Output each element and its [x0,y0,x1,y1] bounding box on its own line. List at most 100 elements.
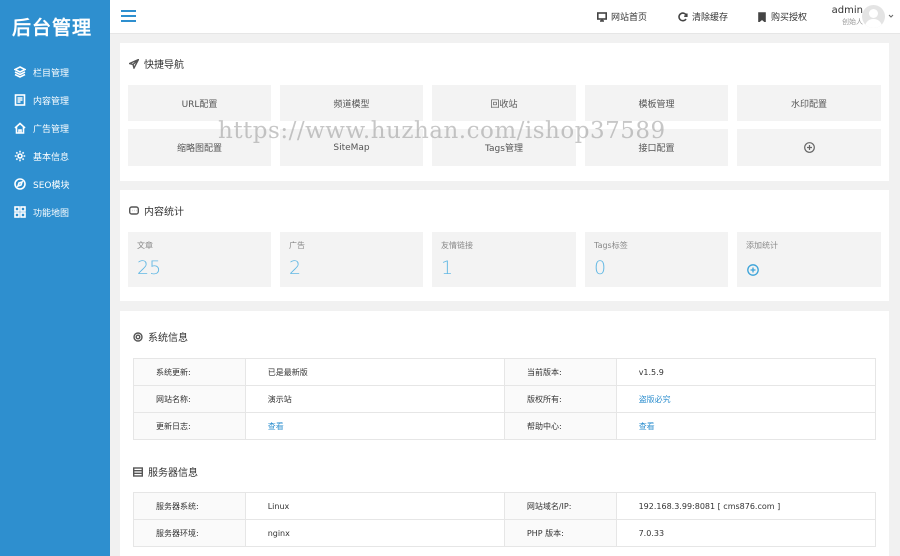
sidebar-item-function-map[interactable]: 功能地图 [0,198,110,226]
cell-key: 系统更新: [133,358,246,386]
sidebar-item-label: 内容管理 [33,96,70,107]
sidebar-item-basic-info[interactable]: 基本信息 [0,142,110,170]
tile-label: 接口配置 [638,144,675,154]
cell-value: 192.168.3.99:8081 [ cms876.com ] [615,492,877,520]
stat-label: 广告 [289,241,305,250]
quick-tile-thumbnail-config[interactable]: 缩略图配置 [128,129,271,166]
system-info-table: 系统更新: 已是最新版 当前版本: v1.5.9 网站名称: 演示站 版权所有:… [133,358,877,440]
quick-tile-recycle-bin[interactable]: 回收站 [432,85,576,121]
server-info-title-text: 服务器信息 [148,468,198,479]
copyright-link[interactable]: 盗版必究 [615,385,877,413]
quick-tile-api-config[interactable]: 接口配置 [585,129,728,166]
stat-articles[interactable]: 文章 25 [128,232,271,287]
gear-icon [14,150,26,162]
cell-key: 网站名称: [133,385,246,413]
cell-key: 服务器环境: [133,519,246,547]
buy-license-link[interactable]: 购买授权 [757,10,807,23]
help-center-link[interactable]: 查看 [615,412,877,440]
quick-tile-channel-model[interactable]: 频道模型 [280,85,423,121]
quick-tile-url-config[interactable]: URL配置 [128,85,271,121]
server-info-title: 服务器信息 [133,464,198,479]
table-row: 服务器环境: nginx PHP 版本: 7.0.33 [133,519,877,547]
quick-nav-panel: 快捷导航 URL配置 频道模型 回收站 模板管理 水印配置 缩略图配置 Site… [120,43,889,181]
logo: 后台管理 [12,16,93,39]
stat-tags[interactable]: Tags标签 0 [585,232,728,287]
stat-value: 1 [441,257,454,279]
system-info-title: 系统信息 [133,329,188,344]
tile-label: 水印配置 [790,99,827,110]
cell-value: v1.5.9 [615,358,877,386]
chevron-down-icon[interactable] [888,13,894,19]
user-info[interactable]: admin 创始人 [825,5,863,27]
cell-key: 当前版本: [503,358,617,386]
cell-value: nginx [244,519,505,547]
system-info-title-text: 系统信息 [148,333,188,344]
quick-nav-title: 快捷导航 [129,56,184,71]
stat-value: 0 [594,257,607,279]
sidebar-item-label: 功能地图 [33,208,70,219]
system-info-panel: 系统信息 系统更新: 已是最新版 当前版本: v1.5.9 网站名称: 演示站 … [120,311,889,556]
sidebar-item-ads[interactable]: 广告管理 [0,114,110,142]
tile-label: 频道模型 [333,99,370,110]
content-stats-title: 内容统计 [129,203,184,218]
changelog-link[interactable]: 查看 [244,412,505,440]
cell-key: 服务器系统: [133,492,246,520]
gear-icon [133,331,143,342]
menu-toggle-icon[interactable] [121,10,136,23]
server-icon [133,466,143,477]
compass-icon [14,178,26,190]
buy-license-label: 购买授权 [771,13,808,23]
quick-tile-template-manage[interactable]: 模板管理 [585,85,728,121]
stat-label: 文章 [137,241,153,250]
add-circle-icon [803,142,815,153]
sidebar-menu: 栏目管理 内容管理 广告管理 基本信息 SEO模块 功能地图 [0,58,110,226]
server-info-table: 服务器系统: Linux 网站域名/IP: 192.168.3.99:8081 … [133,492,877,547]
monitor-icon [597,11,607,22]
chat-icon [129,205,139,215]
quick-nav-title-text: 快捷导航 [144,60,184,71]
cell-value: 演示站 [244,385,505,413]
cell-value: 7.0.33 [615,519,877,547]
tile-label: 缩略图配置 [176,144,222,154]
sidebar-item-label: SEO模块 [33,180,70,191]
sidebar-item-content[interactable]: 内容管理 [0,86,110,114]
quick-tile-add[interactable] [737,129,881,166]
content-stats-title-text: 内容统计 [144,207,184,218]
stat-add[interactable]: 添加统计 [737,232,881,287]
layers-icon [14,66,26,78]
stat-value: 25 [137,257,162,279]
quick-tile-sitemap[interactable]: SiteMap [280,129,423,166]
stat-label: 添加统计 [746,241,778,250]
tile-label: URL配置 [181,99,218,110]
cell-key: 更新日志: [133,412,246,440]
site-home-link[interactable]: 网站首页 [597,10,647,23]
avatar[interactable] [862,5,885,28]
cell-key: 网站域名/IP: [503,492,617,520]
quick-tile-watermark-config[interactable]: 水印配置 [737,85,881,121]
stat-label: Tags标签 [594,241,628,250]
cell-value: Linux [244,492,505,520]
sidebar: 后台管理 栏目管理 内容管理 广告管理 基本信息 SEO模块 功能地图 [0,0,110,556]
tile-label: 回收站 [490,99,518,110]
sidebar-item-column[interactable]: 栏目管理 [0,58,110,86]
clear-cache-link[interactable]: 清除缓存 [678,10,728,23]
sidebar-item-label: 栏目管理 [33,68,70,79]
document-icon [14,94,26,106]
stat-friend-links[interactable]: 友情链接 1 [432,232,576,287]
table-row: 服务器系统: Linux 网站域名/IP: 192.168.3.99:8081 … [133,492,877,520]
tile-label: Tags管理 [485,144,523,154]
table-row: 更新日志: 查看 帮助中心: 查看 [133,412,877,440]
tile-label: 模板管理 [638,99,675,110]
content-stats-panel: 内容统计 文章 25 广告 2 友情链接 1 Tags标签 0 添加统计 [120,190,889,301]
site-home-label: 网站首页 [611,13,648,23]
sidebar-item-seo[interactable]: SEO模块 [0,170,110,198]
stat-label: 友情链接 [441,241,473,250]
home-icon [14,122,26,134]
stat-ads[interactable]: 广告 2 [280,232,423,287]
sidebar-item-label: 广告管理 [33,124,70,135]
send-icon [129,58,139,69]
add-circle-icon [747,264,759,276]
quick-tile-tags-manage[interactable]: Tags管理 [432,129,576,166]
stat-value: 2 [289,257,302,279]
clear-cache-label: 清除缓存 [692,13,729,23]
